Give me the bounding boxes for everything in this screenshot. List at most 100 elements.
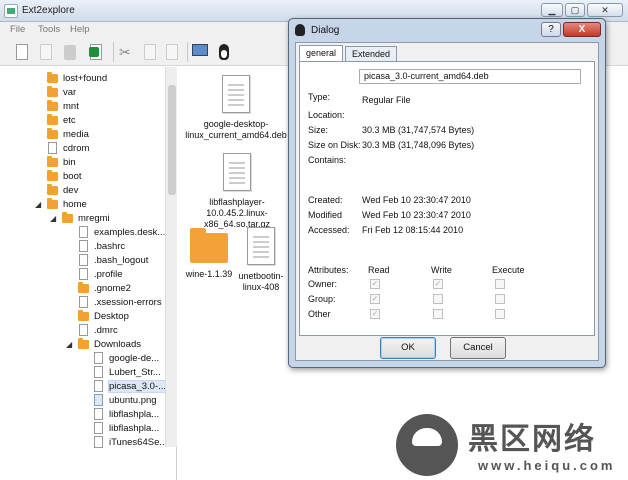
tab-extended[interactable]: Extended bbox=[345, 46, 397, 61]
group-write-checkbox[interactable] bbox=[433, 294, 443, 304]
execute-header: Execute bbox=[492, 265, 525, 275]
file-item[interactable]: libflashplayer-10.0.45.2.linux-x86_64.so… bbox=[184, 153, 290, 230]
folder-icon bbox=[47, 72, 58, 83]
cancel-button[interactable]: Cancel bbox=[450, 337, 506, 359]
size-on-disk-value: 30.3 MB (31,748,096 Bytes) bbox=[362, 140, 475, 150]
file-icon bbox=[94, 366, 103, 378]
folder-tree[interactable]: lost+found var mnt etc media cdrom bin b… bbox=[0, 67, 177, 480]
expanded-arrow-icon[interactable]: ◢ bbox=[66, 340, 72, 349]
dialog-body: general Extended picasa_3.0-current_amd6… bbox=[295, 42, 599, 361]
folder-icon bbox=[47, 156, 58, 167]
dialog-close-button[interactable]: X bbox=[563, 22, 601, 37]
folder-icon bbox=[47, 100, 58, 111]
computer-icon[interactable] bbox=[190, 42, 210, 62]
other-execute-checkbox[interactable] bbox=[495, 309, 505, 319]
owner-write-checkbox[interactable]: ✓ bbox=[433, 279, 443, 289]
save-icon[interactable] bbox=[86, 42, 106, 62]
cut-icon[interactable]: ✂ bbox=[116, 42, 136, 62]
penguin-icon[interactable] bbox=[214, 42, 234, 62]
folder-icon bbox=[47, 184, 58, 195]
file-icon bbox=[79, 254, 88, 266]
tree-scrollbar[interactable] bbox=[165, 67, 177, 447]
other-write-checkbox[interactable] bbox=[433, 309, 443, 319]
filename-field[interactable]: picasa_3.0-current_amd64.deb bbox=[359, 69, 581, 84]
divider bbox=[306, 175, 590, 176]
maximize-button[interactable]: ▢ bbox=[565, 3, 585, 17]
location-label: Location: bbox=[308, 110, 345, 120]
file-icon bbox=[94, 436, 103, 448]
document-icon bbox=[247, 227, 275, 265]
created-label: Created: bbox=[308, 195, 343, 205]
divider bbox=[306, 244, 590, 245]
folder-icon bbox=[47, 198, 58, 209]
read-header: Read bbox=[368, 265, 390, 275]
watermark: 黑区网络 www.heiqu.com bbox=[394, 410, 628, 480]
expanded-arrow-icon[interactable]: ◢ bbox=[35, 200, 41, 209]
close-window-button[interactable]: ✕ bbox=[587, 3, 623, 17]
open-icon[interactable] bbox=[36, 42, 56, 62]
folder-icon bbox=[190, 228, 228, 263]
folder-icon bbox=[78, 310, 89, 321]
file-icon bbox=[79, 324, 88, 336]
folder-icon bbox=[47, 114, 58, 125]
folder-icon bbox=[47, 170, 58, 181]
file-item[interactable]: google-desktop-linux_current_amd64.deb bbox=[184, 75, 288, 141]
menu-file[interactable]: File bbox=[10, 24, 25, 35]
app-icon bbox=[4, 4, 18, 18]
size-on-disk-label: Size on Disk: bbox=[308, 140, 361, 150]
ok-button[interactable]: OK bbox=[380, 337, 436, 359]
folder-icon bbox=[47, 128, 58, 139]
tab-general[interactable]: general bbox=[299, 45, 343, 62]
new-file-icon[interactable] bbox=[12, 42, 32, 62]
owner-read-checkbox[interactable]: ✓ bbox=[370, 279, 380, 289]
file-icon bbox=[94, 352, 103, 364]
file-name: google-desktop-linux_current_amd64.deb bbox=[185, 119, 287, 140]
file-item[interactable]: wine-1.1.39 bbox=[182, 228, 236, 280]
created-value: Wed Feb 10 23:30:47 2010 bbox=[362, 195, 471, 205]
watermark-url: www.heiqu.com bbox=[478, 458, 616, 473]
file-icon bbox=[79, 296, 88, 308]
group-execute-checkbox[interactable] bbox=[495, 294, 505, 304]
file-name: unetbootin-linux-408 bbox=[238, 271, 284, 292]
other-read-checkbox[interactable]: ✓ bbox=[370, 309, 380, 319]
properties-dialog: Dialog ? X general Extended picasa_3.0-c… bbox=[288, 18, 606, 368]
folder-icon bbox=[47, 86, 58, 97]
file-name: libflashplayer-10.0.45.2.linux-x86_64.so… bbox=[203, 197, 271, 229]
copy-icon[interactable] bbox=[140, 42, 160, 62]
file-icon bbox=[94, 408, 103, 420]
contains-label: Contains: bbox=[308, 155, 347, 165]
file-icon bbox=[79, 268, 88, 280]
document-icon bbox=[222, 75, 250, 113]
size-value: 30.3 MB (31,747,574 Bytes) bbox=[362, 125, 475, 135]
owner-execute-checkbox[interactable] bbox=[495, 279, 505, 289]
group-read-checkbox[interactable]: ✓ bbox=[370, 294, 380, 304]
accessed-label: Accessed: bbox=[308, 225, 350, 235]
group-label: Group: bbox=[308, 294, 336, 304]
window-title: Ext2explore bbox=[22, 5, 75, 16]
help-button[interactable]: ? bbox=[541, 22, 561, 37]
general-tab-page: picasa_3.0-current_amd64.deb Type: Regul… bbox=[299, 61, 595, 336]
modified-value: Wed Feb 10 23:30:47 2010 bbox=[362, 210, 471, 220]
type-value: Regular File bbox=[362, 95, 411, 105]
file-icon bbox=[94, 422, 103, 434]
image-file-icon bbox=[94, 394, 103, 406]
scrollbar-thumb[interactable] bbox=[168, 85, 176, 195]
type-label: Type: bbox=[308, 92, 331, 102]
database-icon[interactable] bbox=[60, 42, 80, 62]
mushroom-logo-icon bbox=[396, 414, 458, 476]
minimize-button[interactable]: ▁ bbox=[541, 3, 563, 17]
document-icon bbox=[223, 153, 251, 191]
other-label: Other bbox=[308, 309, 331, 319]
menu-help[interactable]: Help bbox=[70, 24, 90, 35]
folder-icon bbox=[78, 282, 89, 293]
file-name: wine-1.1.39 bbox=[185, 269, 233, 279]
expanded-arrow-icon[interactable]: ◢ bbox=[50, 214, 56, 223]
write-header: Write bbox=[431, 265, 452, 275]
file-item[interactable]: unetbootin-linux-408 bbox=[236, 227, 286, 293]
attributes-label: Attributes: bbox=[308, 265, 349, 275]
folder-icon bbox=[62, 212, 73, 223]
menu-tools[interactable]: Tools bbox=[38, 24, 60, 35]
file-icon bbox=[94, 380, 103, 392]
accessed-value: Fri Feb 12 08:15:44 2010 bbox=[362, 225, 464, 235]
modified-label: Modified bbox=[308, 210, 343, 220]
